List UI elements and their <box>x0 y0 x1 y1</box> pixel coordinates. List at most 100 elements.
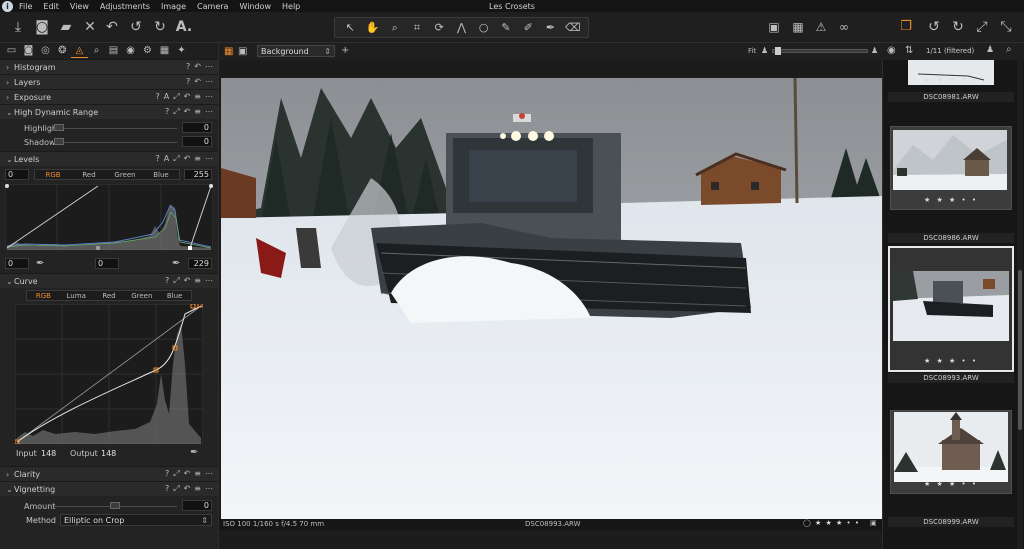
undo-icon[interactable]: ↺ <box>126 17 146 37</box>
levels-output-mid[interactable]: 0 <box>95 258 119 269</box>
tool-header-histogram[interactable]: › Histogram ? ↶ ⋯ <box>0 59 218 74</box>
tool-header-exposure[interactable]: › Exposure ? A ⤢ ↶ ≡ ⋯ <box>0 89 218 104</box>
rating-stars[interactable]: ★ ★ ★ • • <box>815 519 860 527</box>
tag-icon[interactable]: ▣ <box>870 519 877 527</box>
help-icon[interactable]: ? <box>186 62 190 71</box>
help-icon[interactable]: ? <box>165 107 169 117</box>
more-icon[interactable]: ⋯ <box>205 469 213 479</box>
eye-icon[interactable]: ◉ <box>887 45 896 56</box>
thumbnail-item-selected[interactable]: ★ ★ ★ • • DSC08993.ARW <box>888 246 1014 384</box>
copy-apply-icon[interactable]: ⤢ <box>173 92 179 102</box>
folder-icon[interactable]: ▰ <box>56 17 76 37</box>
amount-value[interactable]: 0 <box>182 500 212 511</box>
collapse-icon[interactable]: ⤡ <box>996 17 1016 37</box>
menu-icon[interactable]: ≡ <box>194 107 201 117</box>
thumbnail-image[interactable] <box>894 412 1008 482</box>
levels-histogram[interactable] <box>5 184 213 250</box>
tool-header-layers[interactable]: › Layers ? ↶ ⋯ <box>0 74 218 89</box>
more-icon[interactable]: ⋯ <box>205 484 213 494</box>
warning-icon[interactable]: ⚠ <box>811 17 831 37</box>
menu-icon[interactable]: ≡ <box>194 92 201 102</box>
thumbnail-rating[interactable]: ★ ★ ★ • • <box>888 76 1014 86</box>
proof-glasses-icon[interactable]: ∞ <box>834 17 854 37</box>
more-icon[interactable]: ⋯ <box>205 107 213 117</box>
tab-color-icon[interactable]: ❂ <box>54 44 71 58</box>
rotate-left-icon[interactable]: ↺ <box>924 17 944 37</box>
reset-icon[interactable]: ↶ <box>194 62 201 71</box>
zoom-slider[interactable] <box>772 47 868 55</box>
tab-metadata-icon[interactable]: ▤ <box>105 44 122 58</box>
auto-adjust-icon[interactable]: A. <box>174 17 194 37</box>
reset-icon[interactable]: ↶ <box>184 154 191 164</box>
reset-icon[interactable]: ↶ <box>184 276 191 286</box>
levels-tab-blue[interactable]: Blue <box>143 170 179 179</box>
thumbnail-item[interactable]: ★ ★ ★ • • DSC08999.ARW <box>888 408 1014 528</box>
shadow-slider[interactable] <box>54 142 177 143</box>
tab-exposure-icon[interactable]: ◬ <box>71 44 88 58</box>
black-point-picker-icon[interactable]: ✒ <box>36 258 44 269</box>
auto-icon[interactable]: A <box>164 154 169 164</box>
reset-icon[interactable]: ↶ <box>184 107 191 117</box>
import-icon[interactable]: ⤓ <box>8 17 28 37</box>
levels-tab-rgb[interactable]: RGB <box>35 170 71 179</box>
thumbnail-item[interactable]: ★ ★ ★ • • DSC08981.ARW <box>888 60 1014 104</box>
menu-icon[interactable]: ⋯ <box>205 77 213 86</box>
brush-icon[interactable]: ✎ <box>498 21 514 34</box>
menu-view[interactable]: View <box>70 2 89 11</box>
thumbnail-rating[interactable]: ★ ★ ★ • • <box>888 480 1014 490</box>
tab-batch-icon[interactable]: ▦ <box>156 44 173 58</box>
shadow-value[interactable]: 0 <box>182 136 212 147</box>
rotate-right-icon[interactable]: ↻ <box>948 17 968 37</box>
sort-icon[interactable]: ⇅ <box>905 45 913 56</box>
tool-header-clarity[interactable]: › Clarity ? ⤢ ↶ ≡ ⋯ <box>0 466 218 481</box>
menu-edit[interactable]: Edit <box>43 2 59 11</box>
levels-output-low[interactable]: 0 <box>5 258 29 269</box>
reset-icon[interactable]: ↶ <box>184 484 191 494</box>
zoom-fit-label[interactable]: Fit <box>748 47 756 55</box>
curve-tab-red[interactable]: Red <box>93 291 126 300</box>
levels-output-high[interactable]: 229 <box>188 258 212 269</box>
curve-tab-rgb[interactable]: RGB <box>27 291 60 300</box>
menu-camera[interactable]: Camera <box>197 2 228 11</box>
capture-camera-icon[interactable]: ◙ <box>32 17 52 37</box>
more-icon[interactable]: ⋯ <box>205 92 213 102</box>
tab-library-icon[interactable]: ▭ <box>3 44 20 58</box>
thumbnail-image[interactable] <box>893 271 1009 341</box>
help-icon[interactable]: ? <box>165 276 169 286</box>
keystone-icon[interactable]: ⋀ <box>453 21 469 34</box>
reset-icon[interactable]: ↶ <box>184 92 191 102</box>
help-icon[interactable]: ? <box>155 154 159 164</box>
reset-icon[interactable]: ↶ <box>194 77 201 86</box>
spot-removal-icon[interactable]: ○ <box>476 21 492 34</box>
browser-scrollbar[interactable] <box>1017 60 1023 549</box>
grid-view-icon[interactable]: ▦ <box>224 46 233 57</box>
thumbnail-rating[interactable]: ★ ★ ★ • • <box>888 357 1014 367</box>
tab-capture-icon[interactable]: ◙ <box>20 44 37 58</box>
method-select[interactable]: Elliptic on Crop ⇕ <box>60 514 212 526</box>
tab-settings-icon[interactable]: ⚙ <box>139 44 156 58</box>
more-icon[interactable]: ⋯ <box>205 276 213 286</box>
tab-styles-icon[interactable]: ✦ <box>173 44 190 58</box>
menu-icon[interactable]: ≡ <box>194 154 201 164</box>
multi-view-icon[interactable]: ❐ <box>896 17 916 37</box>
reset-icon[interactable]: ↶ <box>184 469 191 479</box>
layer-select[interactable]: Background ⇕ <box>257 45 335 57</box>
reset-icon[interactable]: ↶ <box>102 17 122 37</box>
highlight-slider[interactable] <box>54 128 177 129</box>
menu-icon[interactable]: ≡ <box>194 276 201 286</box>
help-icon[interactable]: ? <box>165 469 169 479</box>
tab-output-icon[interactable]: ◉ <box>122 44 139 58</box>
copy-apply-icon[interactable]: ⤢ <box>173 107 179 117</box>
tool-header-levels[interactable]: ⌄ Levels ? A ⤢ ↶ ≡ ⋯ <box>0 151 218 166</box>
thumbnail-item[interactable]: ★ ★ ★ • • DSC08986.ARW <box>888 124 1014 244</box>
select-cursor-icon[interactable]: ↖ <box>342 21 358 34</box>
person-icon[interactable]: ♟ <box>986 45 994 55</box>
rotate-icon[interactable]: ⟳ <box>431 21 447 34</box>
image-viewer[interactable]: ISO 100 1/160 s f/4.5 70 mm DSC08993.ARW… <box>218 60 883 549</box>
annotate-icon[interactable]: ✒ <box>543 21 559 34</box>
curve-tab-luma[interactable]: Luma <box>60 291 93 300</box>
levels-tab-red[interactable]: Red <box>71 170 107 179</box>
color-tag-icon[interactable]: ◯ <box>803 519 811 527</box>
curve-picker-icon[interactable]: ✒ <box>190 447 198 458</box>
pan-hand-icon[interactable]: ✋ <box>364 21 380 34</box>
